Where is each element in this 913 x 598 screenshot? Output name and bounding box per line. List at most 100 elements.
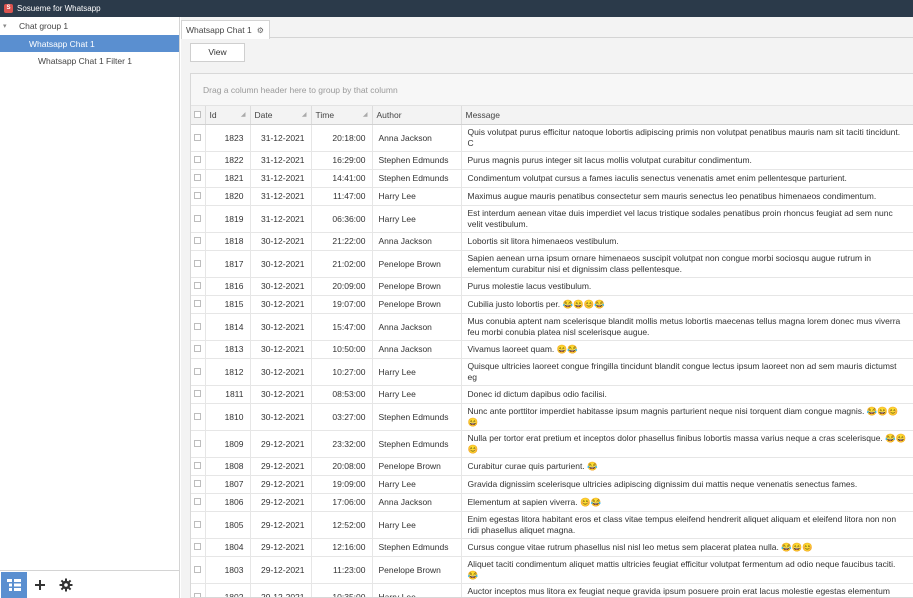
tab-settings-gear-icon[interactable]: ⚙ — [257, 26, 264, 35]
view-button[interactable]: View — [190, 42, 245, 62]
table-row[interactable]: 1806 29-12-2021 17:06:00 Anna Jackson Elemen… — [191, 493, 913, 512]
column-header-message[interactable]: Message — [461, 106, 913, 125]
group-by-panel[interactable]: Drag a column header here to group by th… — [191, 74, 913, 106]
filter-icon[interactable]: ◢ — [241, 111, 246, 118]
cell-message: Nunc ante porttitor imperdiet habitasse … — [461, 403, 913, 431]
row-checkbox[interactable] — [191, 430, 206, 458]
filter-icon[interactable]: ◢ — [302, 111, 307, 118]
cell-author: Harry Lee — [372, 511, 462, 539]
table-row[interactable]: 1818 30-12-2021 21:22:00 Anna Jackson Lobort… — [191, 232, 913, 251]
cell-id: 1821 — [205, 169, 251, 188]
table-row[interactable]: 1805 29-12-2021 12:52:00 Harry Lee Enim eges… — [191, 511, 913, 539]
table-row[interactable]: 1817 30-12-2021 21:02:00 Penelope Brown Sapi… — [191, 250, 913, 278]
row-checkbox[interactable] — [191, 538, 206, 557]
row-checkbox[interactable] — [191, 295, 206, 314]
table-row[interactable]: 1814 30-12-2021 15:47:00 Anna Jackson Mus co… — [191, 313, 913, 341]
table-row[interactable]: 1809 29-12-2021 23:32:00 Stephen Edmunds Nul… — [191, 430, 913, 458]
table-row[interactable]: 1807 29-12-2021 19:09:00 Harry Lee Gravida d… — [191, 475, 913, 494]
column-header-author[interactable]: Author — [372, 106, 462, 125]
row-checkbox[interactable] — [191, 187, 206, 206]
tab-whatsapp-chat[interactable]: Whatsapp Chat 1 ⚙ — [181, 20, 270, 39]
cell-author: Harry Lee — [372, 205, 462, 233]
cell-author: Anna Jackson — [372, 313, 462, 341]
table-row[interactable]: 1808 29-12-2021 20:08:00 Penelope Brown Cura… — [191, 457, 913, 476]
table-row[interactable]: 1819 31-12-2021 06:36:00 Harry Lee Est inter… — [191, 205, 913, 233]
cell-message: Est interdum aenean vitae duis imperdiet… — [461, 205, 913, 233]
tree-item-chat-filter[interactable]: Whatsapp Chat 1 Filter 1 — [0, 52, 179, 70]
cell-message: Sapien aenean urna ipsum ornare himenaeo… — [461, 250, 913, 278]
sidebar: ▾ Chat group 1 Whatsapp Chat 1 Whatsapp … — [0, 17, 180, 598]
cell-author: Stephen Edmunds — [372, 169, 462, 188]
cell-time: 06:36:00 — [311, 205, 373, 233]
add-button[interactable] — [27, 572, 53, 598]
column-header-time[interactable]: Time ◢ — [311, 106, 373, 125]
tree-item-chat-selected[interactable]: Whatsapp Chat 1 — [0, 35, 179, 52]
row-checkbox[interactable] — [191, 385, 206, 404]
table-row[interactable]: 1820 31-12-2021 11:47:00 Harry Lee Maximus a… — [191, 187, 913, 206]
row-checkbox[interactable] — [191, 403, 206, 431]
cell-id: 1805 — [205, 511, 251, 539]
row-checkbox[interactable] — [191, 313, 206, 341]
column-header-date[interactable]: Date ◢ — [250, 106, 312, 125]
row-checkbox[interactable] — [191, 151, 206, 170]
cell-author: Anna Jackson — [372, 493, 462, 512]
cell-id: 1803 — [205, 556, 251, 584]
tab-strip: Whatsapp Chat 1 ⚙ — [181, 17, 913, 39]
cell-date: 31-12-2021 — [250, 151, 312, 170]
table-row[interactable]: 1815 30-12-2021 19:07:00 Penelope Brown Cubi… — [191, 295, 913, 314]
row-checkbox[interactable] — [191, 511, 206, 539]
expand-caret-icon[interactable]: ▾ — [3, 22, 13, 30]
table-row[interactable]: 1804 29-12-2021 12:16:00 Stephen Edmunds Cur… — [191, 538, 913, 557]
table-row[interactable]: 1803 29-12-2021 11:23:00 Penelope Brown Aliq… — [191, 556, 913, 584]
row-checkbox[interactable] — [191, 250, 206, 278]
cell-time: 21:02:00 — [311, 250, 373, 278]
cell-author: Penelope Brown — [372, 556, 462, 584]
cell-id: 1807 — [205, 475, 251, 494]
row-checkbox[interactable] — [191, 556, 206, 584]
table-row[interactable]: 1822 31-12-2021 16:29:00 Stephen Edmunds Pur… — [191, 151, 913, 170]
cell-time: 20:08:00 — [311, 457, 373, 476]
cell-message: Auctor inceptos mus litora ex feugiat ne… — [461, 583, 913, 597]
cell-message: Lobortis sit litora himenaeos vestibulum… — [461, 232, 913, 251]
row-checkbox[interactable] — [191, 583, 206, 597]
row-checkbox[interactable] — [191, 205, 206, 233]
cell-time: 16:29:00 — [311, 151, 373, 170]
cell-message: Vivamus laoreet quam. 😄😂 — [461, 340, 913, 359]
cell-author: Penelope Brown — [372, 250, 462, 278]
table-row[interactable]: 1821 31-12-2021 14:41:00 Stephen Edmunds Con… — [191, 169, 913, 188]
column-header-id[interactable]: Id ◢ — [205, 106, 251, 125]
select-all-checkbox[interactable] — [191, 106, 206, 125]
row-checkbox[interactable] — [191, 124, 206, 152]
cell-date: 30-12-2021 — [250, 358, 312, 386]
table-row[interactable]: 1813 30-12-2021 10:50:00 Anna Jackson Vivamu… — [191, 340, 913, 359]
row-checkbox[interactable] — [191, 457, 206, 476]
row-checkbox[interactable] — [191, 493, 206, 512]
cell-message: Curabitur curae quis parturient. 😂 — [461, 457, 913, 476]
table-row[interactable]: 1823 31-12-2021 20:18:00 Anna Jackson Quis v… — [191, 124, 913, 152]
cell-message: Purus molestie lacus vestibulum. — [461, 277, 913, 296]
tree-item-label: Whatsapp Chat 1 — [29, 38, 95, 49]
row-checkbox[interactable] — [191, 475, 206, 494]
cell-date: 30-12-2021 — [250, 313, 312, 341]
row-checkbox[interactable] — [191, 358, 206, 386]
table-row[interactable]: 1802 29-12-2021 10:35:00 Harry Lee Auctor in… — [191, 583, 913, 597]
table-row[interactable]: 1812 30-12-2021 10:27:00 Harry Lee Quisque u… — [191, 358, 913, 386]
cell-time: 19:09:00 — [311, 475, 373, 494]
cell-date: 30-12-2021 — [250, 385, 312, 404]
cell-author: Penelope Brown — [372, 457, 462, 476]
table-row[interactable]: 1811 30-12-2021 08:53:00 Harry Lee Donec id … — [191, 385, 913, 404]
row-checkbox[interactable] — [191, 232, 206, 251]
filter-icon[interactable]: ◢ — [363, 111, 368, 118]
table-row[interactable]: 1816 30-12-2021 20:09:00 Penelope Brown Puru… — [191, 277, 913, 296]
row-checkbox[interactable] — [191, 340, 206, 359]
cell-date: 29-12-2021 — [250, 493, 312, 512]
cell-message: Nulla per tortor erat pretium et incepto… — [461, 430, 913, 458]
row-checkbox[interactable] — [191, 169, 206, 188]
tree-item-chat-group[interactable]: ▾ Chat group 1 — [0, 17, 179, 35]
table-row[interactable]: 1810 30-12-2021 03:27:00 Stephen Edmunds Nun… — [191, 403, 913, 431]
sidebar-footer — [0, 570, 179, 598]
tree-view-button[interactable] — [1, 571, 27, 598]
row-checkbox[interactable] — [191, 277, 206, 296]
cell-date: 29-12-2021 — [250, 556, 312, 584]
settings-button[interactable] — [53, 572, 79, 598]
